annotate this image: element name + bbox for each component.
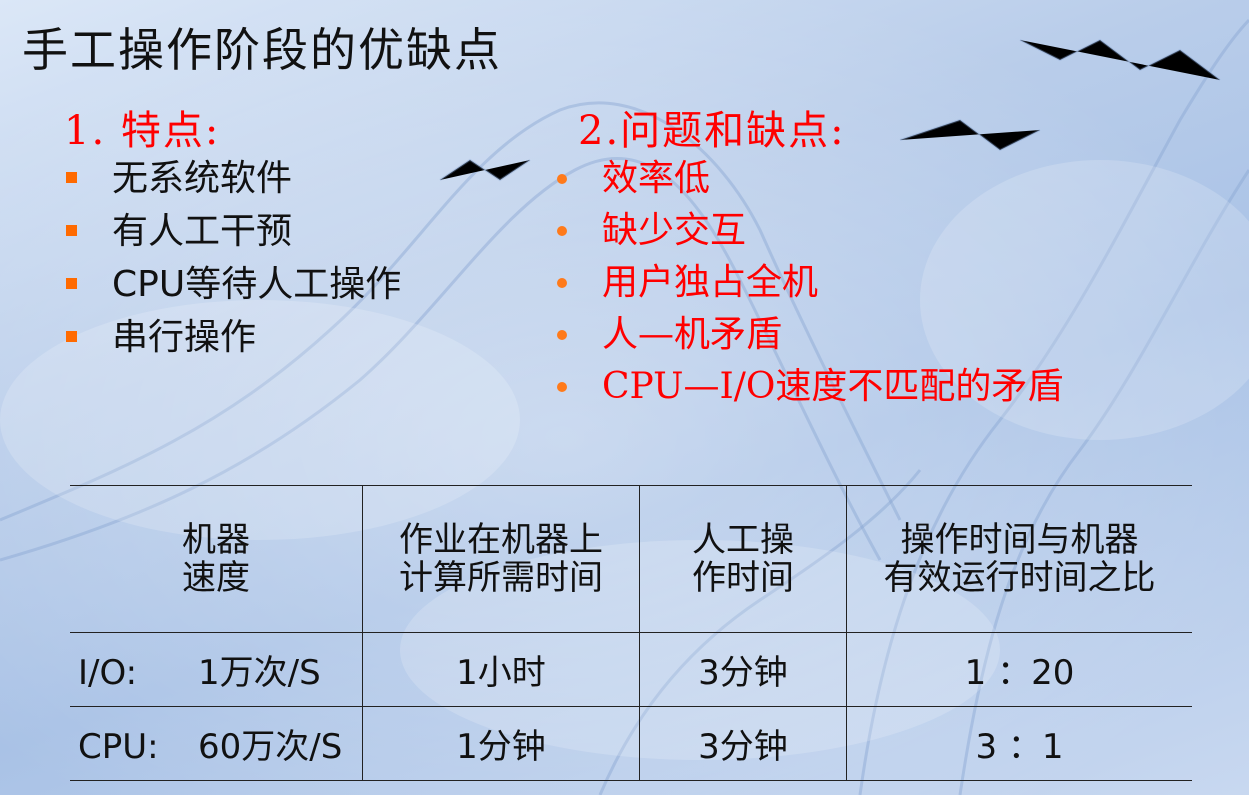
ratio-cell: 1 ：20 [846,632,1192,707]
header-cell: 作业在机器上 计算所需时间 [362,485,640,633]
ratio-cell: 3 ：1 [846,706,1192,781]
speed-cell: CPU: 60万次/S [70,706,363,781]
round-bullet-icon [557,226,567,236]
square-bullet-icon [66,225,77,236]
problems-heading: 2.问题和缺点: [578,108,846,154]
problems-list: 效率低 缺少交互 用户独占全机 人—机矛盾 CPU—I/O速度不匹配的矛盾 [554,154,1063,414]
header-cell: 操作时间与机器 有效运行时间之比 [846,485,1192,633]
speed-cell: I/O: 1万次/S [70,632,363,707]
list-item: 效率低 [554,154,1063,206]
list-item: CPU等待人工操作 [66,260,401,313]
features-heading: 1. 特点: [64,108,221,154]
round-bullet-icon [557,382,567,392]
list-item: 缺少交互 [554,206,1063,258]
list-item: 无系统软件 [66,154,401,207]
slide-title: 手工操作阶段的优缺点 [22,23,502,77]
list-item: 串行操作 [66,313,401,366]
round-bullet-icon [557,278,567,288]
header-cell: 机器 速度 [70,485,363,633]
round-bullet-icon [557,174,567,184]
list-item: 有人工干预 [66,207,401,260]
table-row: I/O: 1万次/S 1小时 3分钟 1 ：20 [70,632,1192,707]
square-bullet-icon [66,172,77,183]
square-bullet-icon [66,278,77,289]
manual-time-cell: 3分钟 [639,706,847,781]
compute-time-cell: 1小时 [362,632,640,707]
features-list: 无系统软件 有人工干预 CPU等待人工操作 串行操作 [66,154,401,366]
square-bullet-icon [66,331,77,342]
table-row: CPU: 60万次/S 1分钟 3分钟 3 ：1 [70,706,1192,781]
round-bullet-icon [557,330,567,340]
compute-time-cell: 1分钟 [362,706,640,781]
list-item: 人—机矛盾 [554,310,1063,362]
list-item: 用户独占全机 [554,258,1063,310]
header-cell: 人工操 作时间 [639,485,847,633]
slide: 手工操作阶段的优缺点 1. 特点: 2.问题和缺点: 无系统软件 有人工干预 C… [0,0,1249,795]
manual-time-cell: 3分钟 [639,632,847,707]
table-header-row: 机器 速度 作业在机器上 计算所需时间 人工操 作时间 操作时间与机器 有效运行时间之比 [70,485,1192,633]
list-item: CPU—I/O速度不匹配的矛盾 [554,362,1063,414]
comparison-table: 机器 速度 作业在机器上 计算所需时间 人工操 作时间 操作时间与机器 有效运行时间之比… [70,485,1192,781]
